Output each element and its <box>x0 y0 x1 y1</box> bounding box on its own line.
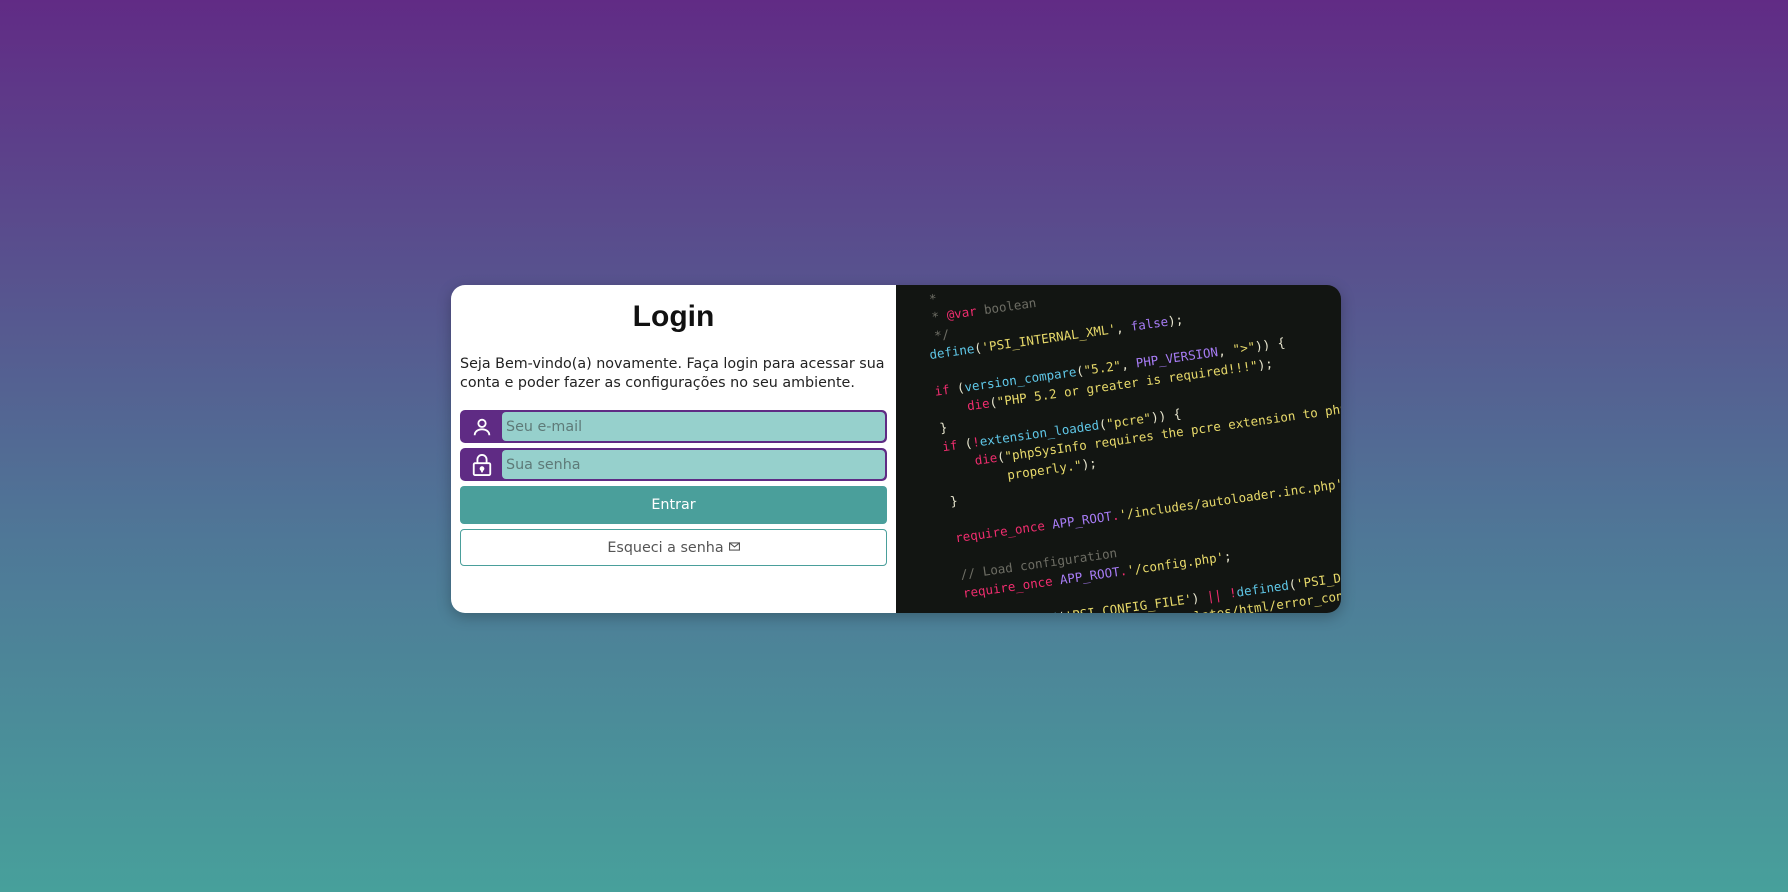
login-card: Login Seja Bem-vindo(a) novamente. Faça … <box>451 285 1341 613</box>
code-snippet: * @xit * * @var boolean */define('PSI_IN… <box>918 285 1341 613</box>
password-input[interactable] <box>502 450 885 479</box>
page-title: Login <box>632 300 715 333</box>
code-image: * @xit * * @var boolean */define('PSI_IN… <box>896 285 1341 613</box>
password-field-group <box>460 448 887 481</box>
email-field-group <box>460 410 887 443</box>
login-form-panel: Login Seja Bem-vindo(a) novamente. Faça … <box>451 285 896 613</box>
envelope-icon <box>728 541 740 554</box>
welcome-text: Seja Bem-vindo(a) novamente. Faça login … <box>460 356 885 391</box>
login-button[interactable]: Entrar <box>460 486 887 524</box>
lock-icon <box>462 450 502 479</box>
email-input[interactable] <box>502 412 885 441</box>
forgot-password-button[interactable]: Esqueci a senha <box>460 529 887 566</box>
forgot-password-label: Esqueci a senha <box>607 539 724 556</box>
user-icon <box>462 412 502 441</box>
